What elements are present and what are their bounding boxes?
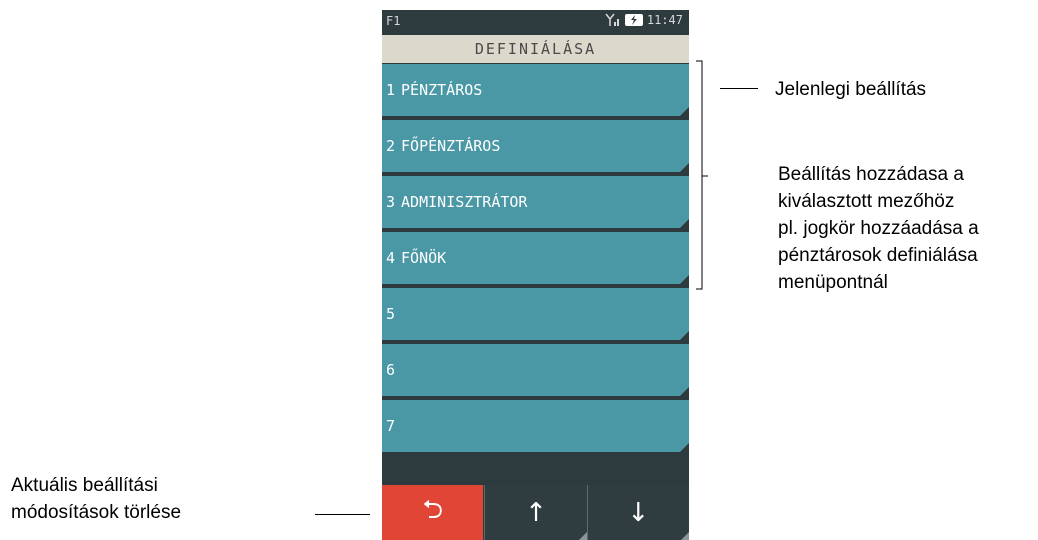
annotation-line: menüpontnál (778, 272, 888, 293)
item-number: 4 (386, 249, 396, 267)
arrow-down-icon: ↓ (627, 497, 650, 528)
pointer-line-clear (315, 514, 370, 515)
annotation-line: Beállítás hozzádasa a (778, 164, 964, 185)
arrow-up-icon: ↑ (525, 497, 547, 528)
annotation-line: pl. jogkör hozzáadása a (778, 218, 979, 239)
up-button[interactable]: ↑ (484, 485, 587, 540)
item-number: 7 (386, 417, 396, 435)
annotation-line: Aktuális beállítási (11, 475, 158, 496)
screen-title: DEFINIÁLÁSA (382, 35, 689, 63)
item-label: PÉNZTÁROS (401, 81, 483, 99)
corner-marker (680, 219, 689, 228)
corner-marker (680, 387, 689, 396)
item-number: 3 (386, 193, 396, 211)
list-item[interactable]: 3 ADMINISZTRÁTOR (382, 176, 689, 228)
signal-icon (605, 13, 619, 26)
corner-marker (680, 532, 689, 540)
down-button[interactable]: ↓ (586, 485, 689, 540)
pointer-line-current (720, 88, 758, 89)
clock: 11:47 (646, 13, 683, 27)
list-item[interactable]: 2 FŐPÉNZTÁROS (382, 120, 689, 172)
battery-charging-icon (624, 14, 643, 26)
corner-marker (578, 532, 587, 540)
item-label: FŐPÉNZTÁROS (401, 137, 501, 155)
list-item[interactable]: 4 FŐNÖK (382, 232, 689, 284)
corner-marker (680, 331, 689, 340)
corner-marker (680, 163, 689, 172)
annotation-line: kiválasztott mezőhöz (778, 191, 955, 212)
list-item[interactable]: 1 PÉNZTÁROS (382, 64, 689, 116)
item-number: 6 (386, 361, 396, 379)
annotation-add-setting: Beállítás hozzádasa a kiválasztott mezőh… (778, 161, 979, 296)
corner-marker (680, 275, 689, 284)
item-label: ADMINISZTRÁTOR (401, 193, 528, 211)
status-left: F1 (386, 14, 401, 28)
annotation-clear-changes: Aktuális beállítási módosítások törlése (11, 472, 181, 526)
bottom-bar: ⮌ ↑ ↓ (382, 485, 689, 540)
annotation-current-setting: Jelenlegi beállítás (775, 79, 927, 100)
list-item[interactable]: 7 (382, 400, 689, 452)
bracket-line (696, 60, 708, 290)
status-bar: F1 11:47 (382, 10, 689, 35)
back-button[interactable]: ⮌ (382, 485, 485, 540)
item-number: 5 (386, 305, 396, 323)
annotation-line: pénztárosok definiálása (778, 245, 978, 266)
item-number: 2 (386, 137, 396, 155)
corner-marker (680, 107, 689, 116)
annotation-line: módosítások törlése (11, 502, 182, 523)
back-arrow-icon: ⮌ (422, 494, 444, 525)
role-list: 1 PÉNZTÁROS 2 FŐPÉNZTÁROS 3 ADMINISZTRÁTOR … (382, 64, 689, 456)
status-right: 11:47 (605, 13, 683, 27)
list-item[interactable]: 5 (382, 288, 689, 340)
item-label: FŐNÖK (401, 249, 447, 267)
corner-marker (680, 443, 689, 452)
list-item[interactable]: 6 (382, 344, 689, 396)
item-number: 1 (386, 81, 396, 99)
device-screen: F1 11:47 DEFINIÁLÁSA 1 PÉNZTÁROS 2 FŐPÉNZT… (382, 10, 689, 540)
